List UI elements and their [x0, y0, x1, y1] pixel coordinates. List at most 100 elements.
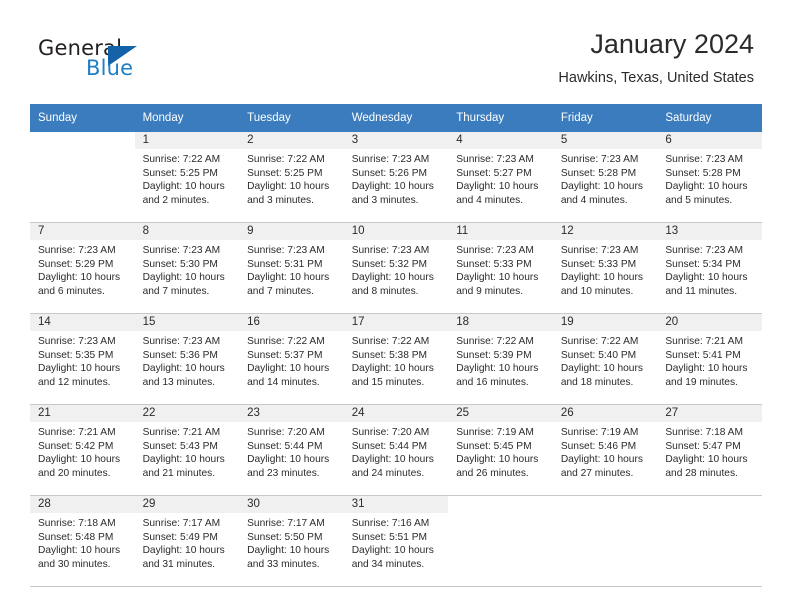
- calendar-day-cell[interactable]: 4 Sunrise: 7:23 AM Sunset: 5:27 PM Daylight…: [448, 132, 553, 223]
- day-details: Sunrise: 7:23 AM Sunset: 5:33 PM Daylight:…: [448, 240, 553, 298]
- daylight-text: Daylight: 10 hours and 8 minutes.: [351, 272, 434, 297]
- sunset-text: Sunset: 5:30 PM: [142, 258, 218, 270]
- day-number: [657, 496, 762, 513]
- day-number: 16: [239, 314, 344, 331]
- day-details: Sunrise: 7:21 AM Sunset: 5:41 PM Daylight:…: [657, 331, 762, 389]
- calendar-day-cell[interactable]: 28 Sunrise: 7:18 AM Sunset: 5:48 PM Dayligh…: [30, 495, 135, 587]
- weekday-header-friday: Friday: [552, 104, 658, 132]
- calendar-day-cell[interactable]: 19 Sunrise: 7:22 AM Sunset: 5:40 PM Dayligh…: [552, 313, 658, 405]
- weekday-header-wednesday: Wednesday: [343, 104, 449, 132]
- day-number: [553, 496, 658, 513]
- calendar-day-cell[interactable]: 8 Sunrise: 7:23 AM Sunset: 5:30 PM Daylight…: [134, 222, 240, 314]
- sunset-text: Sunset: 5:32 PM: [351, 258, 428, 270]
- sunrise-text: Sunrise: 7:16 AM: [351, 518, 430, 529]
- calendar-day-cell[interactable]: 31 Sunrise: 7:16 AM Sunset: 5:51 PM Dayligh…: [343, 495, 449, 587]
- day-details: Sunrise: 7:22 AM Sunset: 5:38 PM Daylight:…: [344, 331, 449, 389]
- daylight-text: Daylight: 10 hours and 21 minutes.: [142, 454, 225, 479]
- general-blue-logo: General Blue: [38, 36, 238, 84]
- sunset-text: Sunset: 5:41 PM: [665, 349, 741, 361]
- day-details: Sunrise: 7:23 AM Sunset: 5:32 PM Daylight:…: [344, 240, 449, 298]
- calendar-day-cell[interactable]: 1 Sunrise: 7:22 AM Sunset: 5:25 PM Daylight…: [134, 132, 240, 223]
- daylight-text: Daylight: 10 hours and 14 minutes.: [247, 363, 330, 388]
- sunset-text: Sunset: 5:28 PM: [665, 167, 741, 179]
- daylight-text: Daylight: 10 hours and 19 minutes.: [665, 363, 748, 388]
- sunset-text: Sunset: 5:38 PM: [351, 349, 428, 361]
- day-number: 21: [30, 405, 135, 422]
- day-details: Sunrise: 7:23 AM Sunset: 5:26 PM Daylight:…: [344, 149, 449, 207]
- calendar-day-cell[interactable]: 14 Sunrise: 7:23 AM Sunset: 5:35 PM Dayligh…: [30, 313, 135, 405]
- daylight-text: Daylight: 10 hours and 3 minutes.: [351, 181, 434, 206]
- day-number: 20: [657, 314, 762, 331]
- calendar-day-cell[interactable]: 29 Sunrise: 7:17 AM Sunset: 5:49 PM Dayligh…: [134, 495, 240, 587]
- sunset-text: Sunset: 5:28 PM: [560, 167, 637, 179]
- day-number: 28: [30, 496, 135, 513]
- calendar-day-cell[interactable]: 24 Sunrise: 7:20 AM Sunset: 5:44 PM Dayligh…: [343, 404, 449, 496]
- sunset-text: Sunset: 5:45 PM: [456, 440, 532, 452]
- calendar-day-cell[interactable]: 15 Sunrise: 7:23 AM Sunset: 5:36 PM Dayligh…: [134, 313, 240, 405]
- day-details: Sunrise: 7:23 AM Sunset: 5:28 PM Daylight:…: [553, 149, 658, 207]
- calendar-day-cell[interactable]: 6 Sunrise: 7:23 AM Sunset: 5:28 PM Daylight…: [657, 132, 762, 223]
- day-details: Sunrise: 7:23 AM Sunset: 5:36 PM Daylight:…: [135, 331, 240, 389]
- sunrise-text: Sunrise: 7:22 AM: [247, 336, 325, 347]
- daylight-text: Daylight: 10 hours and 20 minutes.: [38, 454, 121, 479]
- day-details: Sunrise: 7:20 AM Sunset: 5:44 PM Daylight:…: [239, 422, 344, 480]
- calendar-table: Sunday Monday Tuesday Wednesday Thursday…: [30, 104, 762, 587]
- calendar-day-cell[interactable]: 13 Sunrise: 7:23 AM Sunset: 5:34 PM Dayligh…: [657, 222, 762, 314]
- calendar-day-cell[interactable]: 21 Sunrise: 7:21 AM Sunset: 5:42 PM Dayligh…: [30, 404, 135, 496]
- calendar-day-cell[interactable]: 2 Sunrise: 7:22 AM Sunset: 5:25 PM Daylight…: [239, 132, 344, 223]
- calendar-day-cell[interactable]: 17 Sunrise: 7:22 AM Sunset: 5:38 PM Dayligh…: [343, 313, 449, 405]
- day-details: Sunrise: 7:19 AM Sunset: 5:45 PM Daylight:…: [448, 422, 553, 480]
- day-details: Sunrise: 7:21 AM Sunset: 5:43 PM Daylight:…: [135, 422, 240, 480]
- calendar-day-cell[interactable]: 22 Sunrise: 7:21 AM Sunset: 5:43 PM Dayligh…: [134, 404, 240, 496]
- day-number: 10: [343, 223, 449, 240]
- daylight-text: Daylight: 10 hours and 6 minutes.: [38, 272, 121, 297]
- day-details: Sunrise: 7:18 AM Sunset: 5:47 PM Daylight:…: [657, 422, 762, 480]
- calendar-container: Sunday Monday Tuesday Wednesday Thursday…: [30, 104, 762, 587]
- day-number: 31: [343, 496, 449, 513]
- day-number: 29: [134, 496, 240, 513]
- sunrise-text: Sunrise: 7:23 AM: [351, 245, 430, 256]
- calendar-day-cell[interactable]: 20 Sunrise: 7:21 AM Sunset: 5:41 PM Dayligh…: [657, 313, 762, 405]
- calendar-day-cell[interactable]: 26 Sunrise: 7:19 AM Sunset: 5:46 PM Dayligh…: [552, 404, 658, 496]
- sunrise-text: Sunrise: 7:18 AM: [665, 427, 743, 438]
- weekday-header-thursday: Thursday: [448, 104, 553, 132]
- daylight-text: Daylight: 10 hours and 7 minutes.: [142, 272, 225, 297]
- calendar-day-cell[interactable]: 10 Sunrise: 7:23 AM Sunset: 5:32 PM Dayligh…: [343, 222, 449, 314]
- sunset-text: Sunset: 5:48 PM: [38, 531, 114, 543]
- calendar-day-cell[interactable]: 25 Sunrise: 7:19 AM Sunset: 5:45 PM Dayligh…: [448, 404, 553, 496]
- day-details: Sunrise: 7:22 AM Sunset: 5:39 PM Daylight:…: [448, 331, 553, 389]
- daylight-text: Daylight: 10 hours and 7 minutes.: [247, 272, 330, 297]
- calendar-week-row: 7 Sunrise: 7:23 AM Sunset: 5:29 PM Daylight…: [30, 222, 762, 314]
- sunrise-text: Sunrise: 7:23 AM: [351, 154, 430, 165]
- calendar-day-cell[interactable]: 27 Sunrise: 7:18 AM Sunset: 5:47 PM Dayligh…: [657, 404, 762, 496]
- day-number: 4: [448, 132, 553, 149]
- sunset-text: Sunset: 5:33 PM: [456, 258, 532, 270]
- sunset-text: Sunset: 5:37 PM: [247, 349, 323, 361]
- calendar-day-cell[interactable]: 11 Sunrise: 7:23 AM Sunset: 5:33 PM Dayligh…: [448, 222, 553, 314]
- sunrise-text: Sunrise: 7:22 AM: [456, 336, 534, 347]
- calendar-day-cell[interactable]: 23 Sunrise: 7:20 AM Sunset: 5:44 PM Dayligh…: [239, 404, 344, 496]
- day-number: 30: [239, 496, 344, 513]
- weekday-header-sunday: Sunday: [30, 104, 135, 132]
- calendar-empty-cell: [552, 495, 658, 587]
- day-details: Sunrise: 7:22 AM Sunset: 5:25 PM Daylight:…: [239, 149, 344, 207]
- calendar-day-cell[interactable]: 9 Sunrise: 7:23 AM Sunset: 5:31 PM Daylight…: [239, 222, 344, 314]
- calendar-day-cell[interactable]: 16 Sunrise: 7:22 AM Sunset: 5:37 PM Dayligh…: [239, 313, 344, 405]
- calendar-day-cell[interactable]: 18 Sunrise: 7:22 AM Sunset: 5:39 PM Dayligh…: [448, 313, 553, 405]
- day-number: 11: [448, 223, 553, 240]
- day-number: 14: [30, 314, 135, 331]
- calendar-day-cell[interactable]: 7 Sunrise: 7:23 AM Sunset: 5:29 PM Daylight…: [30, 222, 135, 314]
- calendar-day-cell[interactable]: 3 Sunrise: 7:23 AM Sunset: 5:26 PM Daylight…: [343, 132, 449, 223]
- sunrise-text: Sunrise: 7:18 AM: [38, 518, 116, 529]
- day-number: 27: [657, 405, 762, 422]
- sunset-text: Sunset: 5:39 PM: [456, 349, 532, 361]
- calendar-day-cell[interactable]: 5 Sunrise: 7:23 AM Sunset: 5:28 PM Daylight…: [552, 132, 658, 223]
- calendar-day-cell[interactable]: 12 Sunrise: 7:23 AM Sunset: 5:33 PM Dayligh…: [552, 222, 658, 314]
- sunrise-text: Sunrise: 7:23 AM: [38, 245, 116, 256]
- calendar-day-cell[interactable]: 30 Sunrise: 7:17 AM Sunset: 5:50 PM Dayligh…: [239, 495, 344, 587]
- daylight-text: Daylight: 10 hours and 24 minutes.: [351, 454, 434, 479]
- day-number: 17: [343, 314, 449, 331]
- daylight-text: Daylight: 10 hours and 10 minutes.: [560, 272, 643, 297]
- day-number: 19: [552, 314, 658, 331]
- day-number: 6: [657, 132, 762, 149]
